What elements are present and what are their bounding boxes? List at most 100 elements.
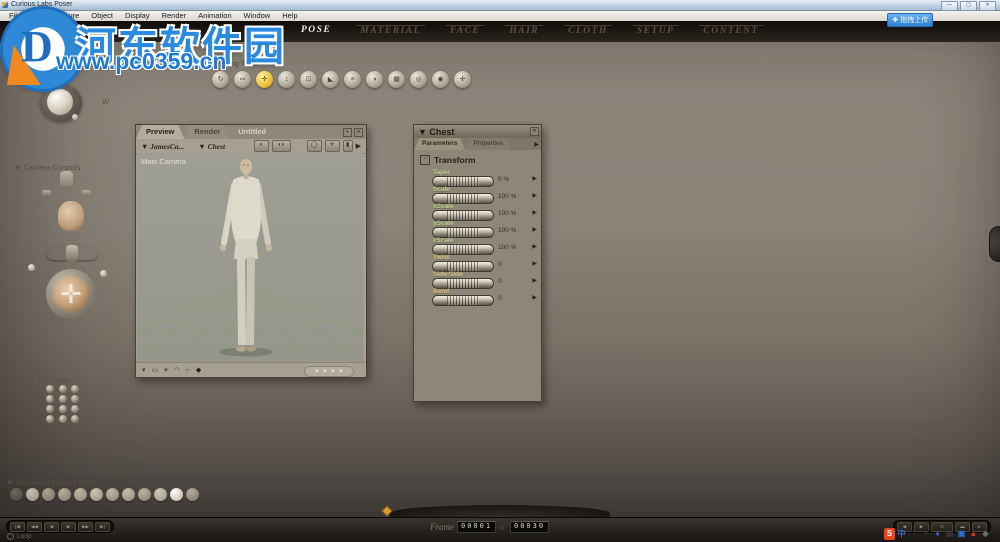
tab-cloth[interactable]: CLOTH [555, 25, 621, 42]
hand-camera-icon[interactable] [60, 171, 73, 186]
dial-menu-arrow-icon[interactable]: ▶ [532, 226, 537, 233]
tab-setup[interactable]: SETUP [624, 25, 688, 42]
style-cartoon-line-icon[interactable] [138, 488, 151, 501]
left-hand-camera-icon[interactable] [34, 212, 47, 238]
style-texture-shaded-icon[interactable] [186, 488, 199, 501]
tab-hair[interactable]: HAIR [496, 25, 552, 42]
tab-content[interactable]: CONTENT [690, 25, 771, 42]
light-knob2-icon[interactable] [72, 114, 78, 120]
step-back-button[interactable]: ◀ [44, 522, 59, 532]
camera-plane-hub-icon[interactable] [66, 245, 78, 262]
doc-close-icon[interactable]: ✕ [354, 128, 363, 137]
style-flat-shaded-icon[interactable] [90, 488, 103, 501]
punctuation-icon[interactable]: ’ [908, 528, 919, 540]
palette-menu-arrow-icon[interactable]: ▶ [534, 141, 539, 148]
ui-dot[interactable] [71, 395, 79, 403]
style-wireframe-icon[interactable] [42, 488, 55, 501]
collapsed-palette-handle[interactable] [989, 226, 1000, 262]
translate-toolbar-icon[interactable]: ✛ [325, 140, 340, 152]
tab-preview[interactable]: Preview [136, 125, 184, 139]
ui-dot[interactable] [71, 385, 79, 393]
chain-break-tool-icon[interactable]: × [344, 71, 361, 88]
toolbar-more-arrow-icon[interactable]: ▶ [356, 142, 361, 150]
ui-dot[interactable] [59, 405, 67, 413]
light-meter-toolbar-icon[interactable]: ▮ [343, 140, 353, 152]
grouping-tool-icon[interactable]: ▦ [388, 71, 405, 88]
light-ball-icon[interactable] [47, 89, 73, 115]
palette-close-icon[interactable]: ✕ [530, 127, 539, 136]
translate-inout-tool-icon[interactable]: ↕ [278, 71, 295, 88]
taper-tool-icon[interactable]: ◣ [322, 71, 339, 88]
face-camera-toolbar-icon[interactable]: ◗ [254, 140, 269, 152]
ui-dot[interactable] [59, 415, 67, 423]
camera-focal-knob-icon[interactable] [100, 270, 107, 277]
tab-face[interactable]: FACE [437, 25, 493, 42]
ui-dot[interactable] [46, 405, 54, 413]
minimize-button[interactable]: — [941, 1, 958, 11]
ui-dot[interactable] [59, 395, 67, 403]
clock-icon[interactable]: ◔ [920, 528, 931, 540]
bend-dial[interactable] [432, 295, 494, 306]
scale-tool-icon[interactable]: ⊡ [300, 71, 317, 88]
right-camera-icon[interactable] [82, 190, 91, 196]
menu-animation[interactable]: Animation [192, 11, 237, 21]
actor-select-menu[interactable]: ▼ Chest [198, 142, 225, 151]
light-knob-icon[interactable] [46, 82, 52, 88]
prev-keyframe-button[interactable]: ◀◀ [27, 522, 42, 532]
chinese-mode-icon[interactable]: 中 [896, 528, 907, 540]
style-cartoon-icon[interactable] [122, 488, 135, 501]
menu-edit[interactable]: Edit [27, 11, 52, 21]
rotate-tool-icon[interactable]: ↻ [212, 71, 229, 88]
dial-menu-arrow-icon[interactable]: ▶ [532, 192, 537, 199]
mic-icon[interactable]: ♦ [932, 528, 943, 540]
menu-render[interactable]: Render [156, 11, 193, 21]
tracking-dot[interactable] [323, 369, 328, 374]
current-frame-counter[interactable]: 00001 [457, 521, 496, 533]
face-camera-icon[interactable] [58, 201, 84, 231]
dial-menu-arrow-icon[interactable]: ▶ [532, 209, 537, 216]
loop-checkbox[interactable] [7, 533, 14, 540]
style-outline-icon[interactable] [26, 488, 39, 501]
tracking-dot[interactable] [315, 369, 320, 374]
foot-circle-icon[interactable]: ◠ [174, 366, 180, 374]
foot-shoe-icon[interactable]: ◆ [196, 366, 201, 374]
style-smooth-shaded-icon[interactable] [154, 488, 167, 501]
play-button[interactable]: ▶ [61, 522, 76, 532]
dial-menu-arrow-icon[interactable]: ▶ [532, 175, 537, 182]
menu-help[interactable]: Help [276, 11, 303, 21]
menu-file[interactable]: File [3, 11, 27, 21]
camera-scale-knob-icon[interactable] [28, 264, 35, 271]
ui-dot[interactable] [46, 395, 54, 403]
tracking-dot[interactable] [331, 369, 336, 374]
left-camera-icon[interactable] [42, 190, 51, 196]
transform-section-header[interactable]: − Transform [420, 155, 476, 165]
figure-select-menu[interactable]: ▼ JamesCa... [141, 142, 184, 151]
tab-material[interactable]: MATERIAL [347, 25, 434, 42]
tab-parameters[interactable]: Parameters [414, 138, 465, 150]
color-tool-icon[interactable]: ◑ [366, 71, 383, 88]
collapse-icon[interactable]: − [420, 155, 430, 165]
tab-properties[interactable]: Properties [465, 138, 511, 150]
foot-hook-icon[interactable]: ⌐ [186, 367, 190, 374]
ui-dot[interactable] [71, 405, 79, 413]
doc-minimize-icon[interactable]: ▪ [343, 128, 352, 137]
tab-pose[interactable]: POSE [288, 25, 344, 41]
wrench-icon[interactable]: ◆ [980, 528, 991, 540]
ball-toolbar-icon[interactable]: ◯ [307, 140, 322, 152]
skin-icon[interactable]: ▲ [968, 528, 979, 540]
tab-render[interactable]: Render [184, 125, 230, 139]
sogou-icon[interactable]: S [884, 528, 895, 540]
next-keyframe-button[interactable]: ▶▶ [78, 522, 93, 532]
menu-object[interactable]: Object [85, 11, 119, 21]
translate-pull-tool-icon[interactable]: ✛ [256, 71, 273, 88]
view-magnifier-tool-icon[interactable]: ◎ [410, 71, 427, 88]
dial-menu-arrow-icon[interactable]: ▶ [532, 277, 537, 284]
total-frames-counter[interactable]: 00030 [510, 521, 549, 533]
style-flat-lined-icon[interactable] [106, 488, 119, 501]
foot-dropdown-icon[interactable]: ▾ [142, 366, 146, 374]
menu-window[interactable]: Window [238, 11, 277, 21]
dial-menu-arrow-icon[interactable]: ▶ [532, 260, 537, 267]
right-hand-camera-icon[interactable] [96, 212, 109, 238]
dial-menu-arrow-icon[interactable]: ▶ [532, 294, 537, 301]
style-silhouette-icon[interactable] [10, 488, 23, 501]
